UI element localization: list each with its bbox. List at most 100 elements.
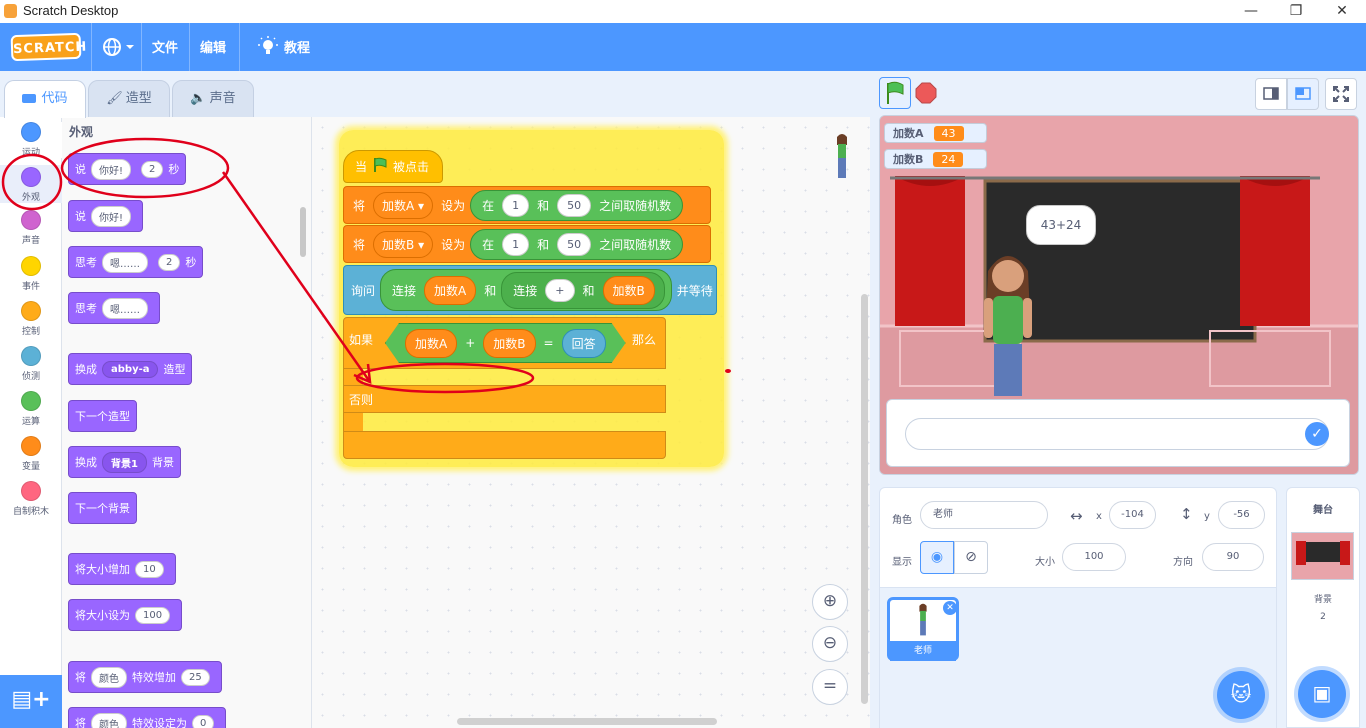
set-effect-dropdown[interactable]: 颜色 — [91, 712, 127, 728]
think-msg-input[interactable]: 嗯…… — [102, 251, 148, 273]
if-reporter-var-a[interactable]: 加数A — [405, 329, 457, 358]
set-size-input[interactable]: 100 — [135, 606, 171, 624]
block-set-var-a[interactable]: 将 加数A ▾ 设为 在 1 和 50 之间取随机数 — [343, 186, 711, 224]
category-sensing[interactable]: 侦测 — [0, 346, 62, 382]
stop-button[interactable] — [915, 82, 937, 108]
block-ask-and-wait[interactable]: 询问 连接 加数A 和 连接 + 和加数B 并等待 — [343, 265, 717, 315]
var-a-dropdown[interactable]: 加数A ▾ — [373, 191, 434, 219]
category-sound[interactable]: 声音 — [0, 210, 62, 246]
sprite-tile[interactable]: ✕ 老师 — [887, 597, 959, 661]
zoom-out-button[interactable]: ⊖ — [812, 626, 848, 662]
palette-scrollbar[interactable] — [300, 207, 306, 257]
say-input[interactable]: 你好! — [91, 205, 132, 227]
scratch-logo[interactable]: SCRATCH — [10, 32, 88, 62]
block-set-size[interactable]: 将大小设为 100 — [68, 599, 183, 631]
equals-operator[interactable]: 加数A + 加数B = 回答 — [385, 323, 626, 363]
random-operator-b[interactable]: 在 1 和 50 之间取随机数 — [470, 228, 684, 260]
workspace-hscroll[interactable] — [457, 718, 717, 725]
block-next-costume[interactable]: 下一个造型 — [68, 400, 137, 432]
reporter-answer[interactable]: 回答 — [562, 329, 606, 358]
menu-edit[interactable]: 编辑 — [200, 37, 226, 56]
minimize-icon[interactable]: — — [1228, 0, 1274, 23]
direction-input[interactable]: 90 — [1202, 543, 1264, 571]
reporter-var-a[interactable]: 加数A — [424, 275, 477, 305]
random-operator-a[interactable]: 在 1 和 50 之间取随机数 — [470, 189, 684, 221]
change-size-input[interactable]: 10 — [135, 560, 164, 578]
zoom-reset-button[interactable]: = — [812, 669, 848, 705]
block-think-for-secs[interactable]: 思考 嗯…… 2 秒 — [68, 246, 204, 278]
menu-tutorials[interactable]: 教程 — [284, 37, 310, 56]
block-if-else[interactable]: 如果 加数A + 加数B = 回答 那么 否则 — [343, 317, 666, 461]
category-variables[interactable]: 变量 — [0, 436, 62, 472]
join-operator-outer[interactable]: 连接 加数A 和 连接 + 和加数B — [380, 269, 672, 311]
small-stage-button[interactable] — [1255, 78, 1287, 110]
random-a-to-input[interactable]: 50 — [557, 193, 592, 217]
category-events[interactable]: 事件 — [0, 256, 62, 292]
add-backdrop-button[interactable]: ▣ — [1298, 670, 1346, 718]
backdrop-dropdown[interactable]: 背景1 — [102, 451, 147, 473]
category-operators[interactable]: 运算 — [0, 391, 62, 427]
y-input[interactable]: -56 — [1218, 501, 1265, 529]
random-b-to-input[interactable]: 50 — [557, 232, 592, 256]
show-hidden-button[interactable]: ⊘ — [954, 541, 988, 574]
add-extension-button[interactable]: ▤+ — [0, 675, 62, 728]
submit-answer-button[interactable]: ✓ — [1305, 422, 1329, 446]
menu-file[interactable]: 文件 — [152, 37, 178, 56]
monitor-var-b[interactable]: 加数B 24 — [884, 149, 987, 169]
block-next-backdrop[interactable]: 下一个背景 — [68, 492, 137, 524]
block-change-size[interactable]: 将大小增加 10 — [68, 553, 176, 585]
effect-dropdown[interactable]: 颜色 — [91, 666, 127, 688]
tab-costumes[interactable]: 🖌 造型 — [88, 80, 170, 118]
block-change-effect[interactable]: 将颜色 特效增加 25 — [68, 661, 222, 693]
if-reporter-var-b[interactable]: 加数B — [483, 329, 535, 358]
category-control[interactable]: 控制 — [0, 301, 62, 337]
normal-stage-button[interactable] — [1287, 78, 1319, 110]
stage-canvas[interactable]: 加数A 43 加数B 24 43+24 ✓ — [879, 115, 1359, 475]
tab-code[interactable]: 代码 — [4, 80, 86, 118]
say-msg-input[interactable]: 你好! — [91, 158, 132, 180]
category-looks[interactable]: 外观 — [0, 165, 62, 203]
category-motion[interactable]: 运动 — [0, 122, 62, 158]
answer-input[interactable] — [905, 418, 1329, 450]
green-flag-button[interactable] — [879, 77, 911, 109]
change-effect-input[interactable]: 25 — [181, 668, 210, 686]
join-plus-input[interactable]: + — [545, 278, 575, 302]
image-plus-icon: ▣ — [1312, 681, 1332, 705]
x-input[interactable]: -104 — [1109, 501, 1156, 529]
add-sprite-button[interactable]: 🐱 — [1217, 671, 1265, 719]
set-effect-input[interactable]: 0 — [192, 714, 215, 728]
close-icon[interactable]: ✕ — [1319, 0, 1365, 23]
script-workspace[interactable]: 当 被点击 将 加数A ▾ 设为 在 1 和 50 之间取随机数 将 加数B ▾ 设为 … — [312, 117, 870, 728]
block-set-var-b[interactable]: 将 加数B ▾ 设为 在 1 和 50 之间取随机数 — [343, 225, 711, 263]
category-my-blocks[interactable]: 自制积木 — [0, 481, 62, 517]
workspace-vscroll[interactable] — [861, 294, 868, 704]
var-b-dropdown[interactable]: 加数B ▾ — [373, 230, 434, 258]
join-operator-inner[interactable]: 连接 + 和加数B — [501, 271, 665, 309]
block-when-flag-clicked[interactable]: 当 被点击 — [343, 150, 443, 183]
costume-dropdown[interactable]: abby-a — [102, 360, 159, 378]
sprite-name-input[interactable]: 老师 — [920, 501, 1048, 529]
block-say-for-secs[interactable]: 说你好! 2 秒 — [68, 153, 187, 185]
block-think[interactable]: 思考 嗯…… — [68, 292, 160, 324]
show-visible-button[interactable]: ◉ — [920, 541, 954, 574]
fullscreen-button[interactable] — [1325, 78, 1357, 110]
block-set-effect[interactable]: 将颜色 特效设定为 0 — [68, 707, 227, 728]
tab-sounds[interactable]: 🔈 声音 — [172, 80, 254, 118]
random-a-from-input[interactable]: 1 — [502, 193, 530, 217]
monitor-var-a[interactable]: 加数A 43 — [884, 123, 987, 143]
block-switch-backdrop[interactable]: 换成 背景1 背景 — [68, 446, 181, 478]
looks-icon — [21, 167, 41, 187]
say-secs-input[interactable]: 2 — [141, 160, 164, 178]
reporter-var-b[interactable]: 加数B — [602, 275, 655, 305]
sprite-list-area: ✕ 老师 — [880, 587, 1276, 728]
restore-icon[interactable]: ❐ — [1273, 0, 1319, 23]
zoom-in-button[interactable]: ⊕ — [812, 584, 848, 620]
block-switch-costume[interactable]: 换成 abby-a 造型 — [68, 353, 193, 385]
think-input[interactable]: 嗯…… — [102, 297, 148, 319]
size-input[interactable]: 100 — [1062, 543, 1126, 571]
globe-icon[interactable] — [102, 37, 136, 57]
think-secs-input[interactable]: 2 — [158, 253, 181, 271]
sprite-delete-icon[interactable]: ✕ — [943, 601, 957, 615]
random-b-from-input[interactable]: 1 — [502, 232, 530, 256]
block-say[interactable]: 说你好! — [68, 200, 144, 232]
